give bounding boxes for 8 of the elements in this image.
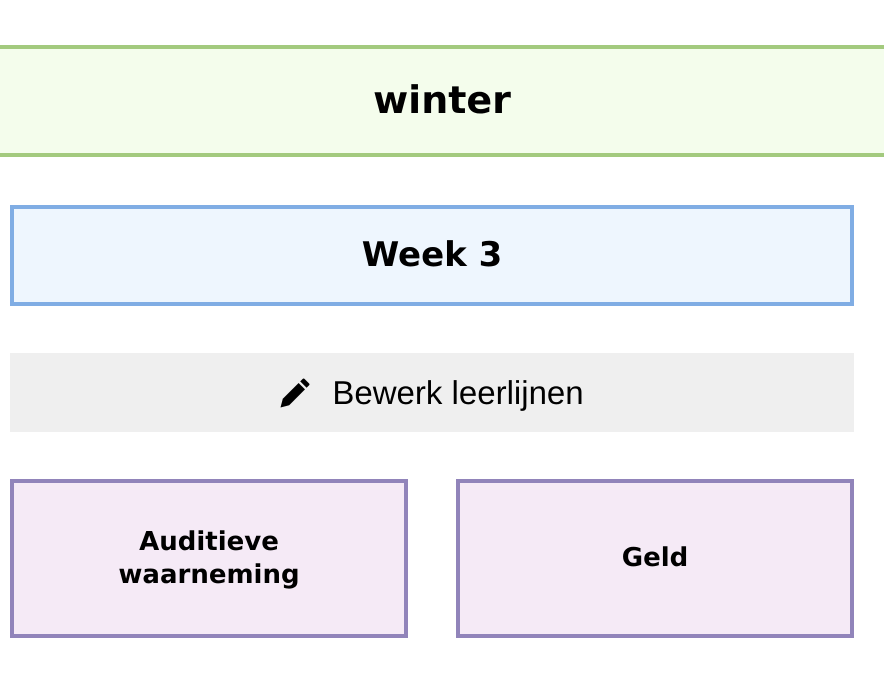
learning-line-title: Geld: [622, 542, 688, 575]
learning-line-title: Auditieve waarneming: [117, 526, 301, 592]
learning-line-card[interactable]: Auditieve waarneming: [10, 479, 408, 638]
season-title: winter: [373, 78, 511, 124]
edit-button[interactable]: Bewerk leerlijnen: [10, 353, 854, 432]
learning-line-card[interactable]: Geld: [456, 479, 854, 638]
pencil-icon: [280, 378, 310, 408]
week-title: Week 3: [362, 235, 502, 276]
